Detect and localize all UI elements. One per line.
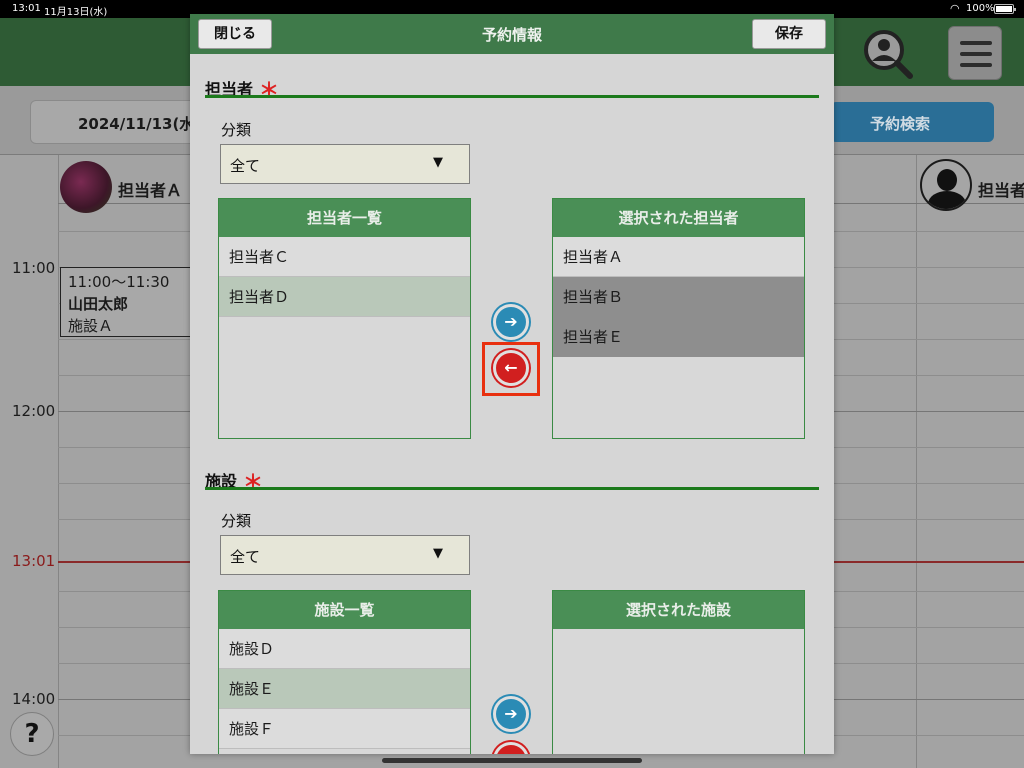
facility-category-label: 分類 bbox=[221, 512, 252, 530]
dropdown-arrow-icon: ▼ bbox=[433, 546, 443, 561]
list-item[interactable]: 施設Ｅ bbox=[219, 669, 470, 709]
arrow-right-icon: ➔ bbox=[504, 312, 518, 331]
section-divider bbox=[205, 95, 819, 98]
list-header: 担当者一覧 bbox=[219, 199, 470, 237]
staff-column-header: 担当者Ａ bbox=[118, 181, 183, 200]
status-time: 13:01 bbox=[12, 3, 41, 14]
arrow-right-icon: ➔ bbox=[504, 704, 518, 723]
wifi-icon: ◠ bbox=[950, 2, 960, 15]
time-label: 12:00 bbox=[12, 402, 56, 420]
reservation-modal: 予約情報 閉じる 保存 担当者＊ 分類 全て ▼ 担当者一覧 担当者Ｃ 担当者Ｄ… bbox=[190, 14, 834, 754]
time-label: 11:00 bbox=[12, 259, 56, 277]
user-search-icon bbox=[864, 30, 913, 79]
staff-avatar bbox=[60, 161, 112, 213]
event-customer: 山田太郎 bbox=[68, 295, 129, 313]
add-facility-button[interactable]: ➔ bbox=[493, 696, 529, 732]
date-label: 2024/11/13(水 bbox=[78, 115, 195, 133]
help-button[interactable]: ? bbox=[10, 712, 54, 756]
list-item[interactable]: 担当者Ｃ bbox=[219, 237, 470, 277]
event-facility: 施設Ａ bbox=[68, 317, 114, 335]
modal-title: 予約情報 bbox=[481, 26, 542, 44]
list-item-selected[interactable]: 担当者Ｂ bbox=[553, 277, 804, 317]
list-item[interactable]: 施設Ｄ bbox=[219, 629, 470, 669]
remove-facility-button[interactable]: ← bbox=[493, 742, 529, 754]
reservation-search-button[interactable]: 予約検索 bbox=[830, 102, 994, 142]
current-time-label: 13:01 bbox=[12, 552, 56, 570]
battery-percent: 100% bbox=[966, 3, 995, 14]
staff-category-select[interactable]: 全て ▼ bbox=[220, 144, 470, 184]
list-item[interactable]: 担当者Ｄ bbox=[219, 277, 470, 317]
battery-icon bbox=[994, 4, 1016, 14]
add-staff-button[interactable]: ➔ bbox=[493, 304, 529, 340]
list-item-selected[interactable]: 担当者Ｅ bbox=[553, 317, 804, 357]
save-button[interactable]: 保存 bbox=[752, 19, 826, 49]
user-avatar-icon bbox=[920, 159, 972, 211]
reservation-event[interactable]: 11:00～11:30 山田太郎 施設Ａ bbox=[60, 267, 194, 337]
facility-category-select[interactable]: 全て ▼ bbox=[220, 535, 470, 575]
highlight-frame bbox=[482, 342, 540, 396]
list-item[interactable]: 施設Ｆ bbox=[219, 709, 470, 749]
list-header: 選択された施設 bbox=[553, 591, 804, 629]
staff-search-button[interactable] bbox=[860, 28, 916, 80]
required-mark: ＊ bbox=[243, 470, 264, 494]
staff-selected-list: 選択された担当者 担当者Ａ 担当者Ｂ 担当者Ｅ bbox=[552, 198, 805, 439]
list-header: 施設一覧 bbox=[219, 591, 470, 629]
menu-button[interactable] bbox=[948, 26, 1002, 80]
time-label: 14:00 bbox=[12, 690, 56, 708]
staff-column-header: 担当者Ｅ bbox=[978, 181, 1024, 200]
facility-available-list: 施設一覧 施設Ｄ 施設Ｅ 施設Ｆ bbox=[218, 590, 471, 754]
staff-category-label: 分類 bbox=[221, 121, 252, 139]
facility-selected-list: 選択された施設 bbox=[552, 590, 805, 754]
hamburger-icon bbox=[960, 41, 992, 45]
status-date: 11月13日(水) bbox=[44, 7, 108, 18]
close-button[interactable]: 閉じる bbox=[198, 19, 272, 49]
section-divider bbox=[205, 487, 819, 490]
home-indicator[interactable] bbox=[382, 758, 642, 763]
list-header: 選択された担当者 bbox=[553, 199, 804, 237]
required-mark: ＊ bbox=[259, 78, 280, 102]
list-item[interactable]: 担当者Ａ bbox=[553, 237, 804, 277]
staff-available-list: 担当者一覧 担当者Ｃ 担当者Ｄ bbox=[218, 198, 471, 439]
event-time: 11:00～11:30 bbox=[68, 273, 170, 291]
dropdown-arrow-icon: ▼ bbox=[433, 155, 443, 170]
arrow-left-icon: ← bbox=[496, 750, 526, 754]
